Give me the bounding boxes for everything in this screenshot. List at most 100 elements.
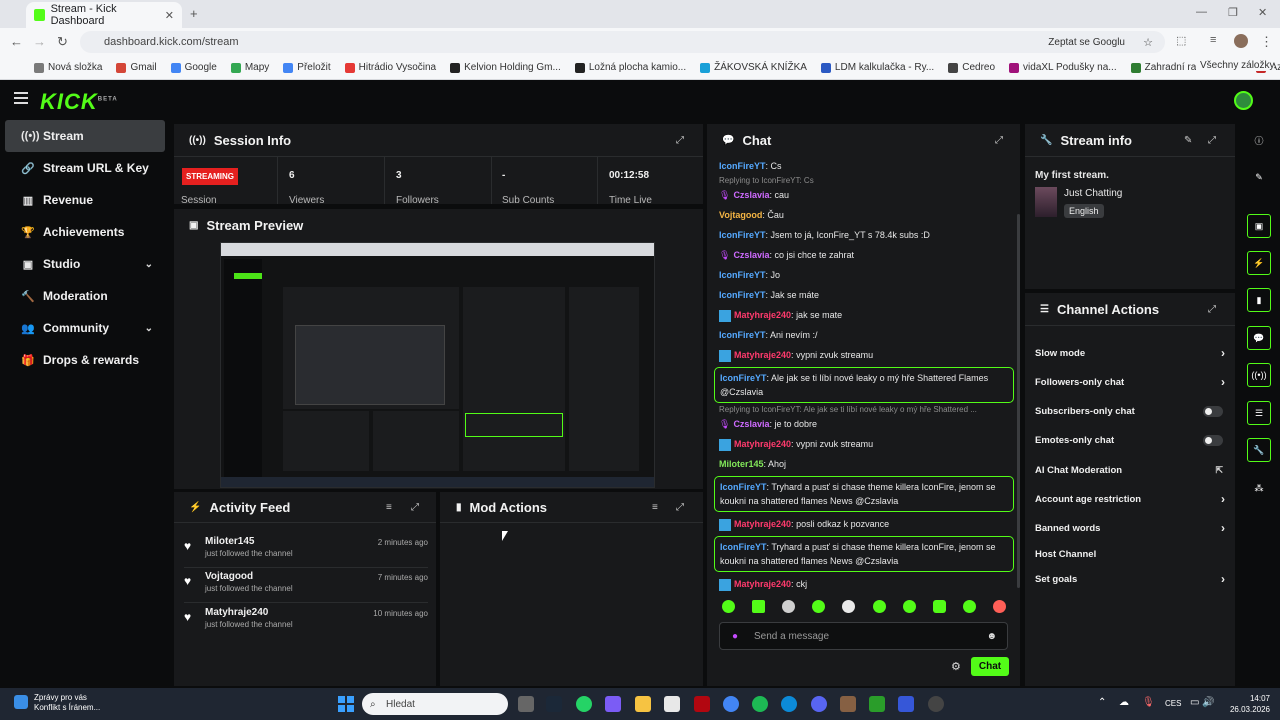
chat-username[interactable]: Matyhraje240 bbox=[734, 439, 791, 449]
maximize-icon[interactable]: ❐ bbox=[1228, 6, 1238, 19]
stream-preview-video[interactable] bbox=[220, 242, 655, 488]
sidebar-item-stream[interactable]: ((•)) Stream bbox=[5, 120, 165, 152]
minimize-icon[interactable]: — bbox=[1196, 6, 1207, 18]
chat-message[interactable]: IconFireYT: Jak se máte bbox=[714, 285, 1014, 305]
tray-chevron-icon[interactable]: ⌃ bbox=[1098, 697, 1106, 708]
chat-username[interactable]: Czslavia bbox=[733, 190, 769, 200]
edit-pencil-icon[interactable]: ✎ bbox=[1247, 165, 1271, 189]
followers-only-chat-action[interactable]: Followers-only chat › bbox=[1035, 374, 1225, 390]
bookmark-item[interactable]: Kelvion Holding Gm... bbox=[450, 62, 561, 73]
sidebar-item-stream-url-key[interactable]: 🔗 Stream URL & Key bbox=[5, 152, 165, 184]
chat-message[interactable]: IconFireYT: Tryhard a pusť si chase them… bbox=[714, 536, 1014, 572]
emote-icon[interactable] bbox=[962, 600, 976, 613]
chat-message[interactable]: Matyhraje240: jak se mate bbox=[714, 305, 1014, 325]
chat-username[interactable]: Matyhraje240 bbox=[734, 350, 791, 360]
host-channel-action[interactable]: Host Channel bbox=[1035, 546, 1225, 562]
copilot-icon[interactable] bbox=[605, 696, 621, 712]
close-tab-icon[interactable]: ✕ bbox=[165, 9, 174, 22]
bookmark-item[interactable]: vidaXL Podušky na... bbox=[1009, 62, 1117, 73]
sidebar-item-achievements[interactable]: 🏆 Achievements bbox=[5, 216, 165, 248]
set-goals-action[interactable]: Set goals › bbox=[1035, 571, 1225, 587]
task-view-icon[interactable] bbox=[518, 696, 534, 712]
kick-logo[interactable]: KICKBETA bbox=[40, 89, 118, 115]
emote-icon[interactable] bbox=[812, 600, 826, 613]
steam-icon[interactable] bbox=[546, 696, 562, 712]
emote-icon[interactable] bbox=[842, 600, 856, 613]
emote-icon[interactable] bbox=[902, 600, 916, 613]
app-icon[interactable] bbox=[898, 696, 914, 712]
expand-icon[interactable]: ⤢ bbox=[1208, 304, 1216, 315]
weather-icon[interactable]: ☁ bbox=[1119, 697, 1129, 708]
bookmark-item[interactable]: Ložná plocha kamio... bbox=[574, 62, 686, 73]
extensions-icon[interactable]: ⬚ bbox=[1176, 34, 1186, 47]
chat-message[interactable]: Matyhraje240: posli odkaz k pozvance bbox=[714, 514, 1014, 534]
chat-username[interactable]: Vojtagood bbox=[719, 210, 762, 220]
account-age-restriction-action[interactable]: Account age restriction › bbox=[1035, 491, 1225, 507]
xbox-icon[interactable] bbox=[869, 696, 885, 712]
chat-message[interactable]: 🎙 Czslavia: je to dobre bbox=[714, 414, 1014, 434]
spotify-icon[interactable] bbox=[752, 696, 768, 712]
chrome-icon[interactable] bbox=[723, 696, 739, 712]
chat-username[interactable]: IconFireYT bbox=[719, 330, 766, 340]
network-icon[interactable]: ▭ bbox=[1190, 697, 1199, 708]
profile-avatar[interactable] bbox=[1234, 34, 1248, 48]
chat-username[interactable]: IconFireYT bbox=[720, 542, 767, 552]
sidebar-item-community[interactable]: 👥 Community ⌄ bbox=[5, 312, 165, 344]
banned-words-action[interactable]: Banned words › bbox=[1035, 520, 1225, 536]
widgets-icon[interactable]: ⁂ bbox=[1247, 476, 1271, 500]
bookmark-item[interactable]: Gmail bbox=[116, 62, 157, 73]
emote-icon[interactable] bbox=[752, 600, 766, 613]
chat-username[interactable]: IconFireYT bbox=[719, 161, 766, 171]
panel-toggle-icon[interactable]: ▣ bbox=[1247, 214, 1271, 238]
sidebar-item-moderation[interactable]: 🔨 Moderation bbox=[5, 280, 165, 312]
taskbar-search-input[interactable]: ⌕ Hledat bbox=[362, 693, 508, 715]
chat-username[interactable]: IconFireYT bbox=[719, 270, 766, 280]
expand-icon[interactable]: ⤢ bbox=[676, 502, 684, 513]
chat-message[interactable]: Matyhraje240: ckj bbox=[714, 574, 1014, 592]
chat-message[interactable]: Vojtagood: Čau bbox=[714, 205, 1014, 225]
chat-message-input[interactable]: ● Send a message ☻ bbox=[719, 622, 1008, 650]
back-icon[interactable]: ← bbox=[10, 34, 23, 49]
emote-icon[interactable] bbox=[722, 600, 735, 613]
sidebar-item-revenue[interactable]: ▥ Revenue bbox=[5, 184, 165, 216]
reload-icon[interactable]: ↻ bbox=[57, 34, 68, 50]
hamburger-menu-icon[interactable] bbox=[14, 92, 28, 106]
filter-icon[interactable]: ≡ bbox=[386, 502, 392, 513]
subscribers-only-toggle[interactable] bbox=[1203, 405, 1223, 417]
chat-message[interactable]: IconFireYT: Ani nevím :/ bbox=[714, 325, 1014, 345]
reading-list-icon[interactable]: ≡ bbox=[1210, 34, 1216, 46]
new-tab-icon[interactable]: + bbox=[190, 6, 198, 21]
sidebar-item-drops-rewards[interactable]: 🎁 Drops & rewards bbox=[5, 344, 165, 376]
chat-scrollbar[interactable] bbox=[1017, 214, 1020, 588]
chat-message[interactable]: IconFireYT: Jo bbox=[714, 265, 1014, 285]
filter-icon[interactable]: ≡ bbox=[652, 502, 658, 513]
chat-message[interactable]: 🎙 Czslavia: co jsi chce te zahrat bbox=[714, 245, 1014, 265]
store-icon[interactable] bbox=[664, 696, 680, 712]
windows-start-icon[interactable] bbox=[338, 696, 354, 712]
ai-chat-moderation-action[interactable]: AI Chat Moderation ⇱ bbox=[1035, 462, 1225, 478]
user-avatar[interactable] bbox=[1234, 91, 1253, 110]
expand-icon[interactable]: ⤢ bbox=[411, 502, 419, 513]
chat-username[interactable]: Matyhraje240 bbox=[734, 310, 791, 320]
list-icon[interactable]: ☰ bbox=[1247, 401, 1271, 425]
bookmark-item[interactable]: LDM kalkulačka - Ry... bbox=[820, 62, 934, 73]
chat-username[interactable]: Miloter145 bbox=[719, 459, 764, 469]
shield-icon[interactable]: ▮ bbox=[1247, 288, 1271, 312]
chat-message[interactable]: Matyhraje240: vypni zvuk streamu bbox=[714, 345, 1014, 365]
netflix-icon[interactable] bbox=[694, 696, 710, 712]
slow-mode-action[interactable]: Slow mode › bbox=[1035, 345, 1225, 361]
chat-username[interactable]: IconFireYT bbox=[720, 482, 767, 492]
app-icon[interactable] bbox=[928, 696, 944, 712]
news-widget-icon[interactable] bbox=[14, 695, 28, 709]
bookmark-item[interactable]: Přeložit bbox=[283, 62, 331, 73]
expand-icon[interactable]: ⤢ bbox=[1208, 135, 1216, 146]
microphone-icon[interactable]: 🎙 bbox=[1142, 697, 1155, 708]
chat-message[interactable]: IconFireYT: Tryhard a pusť si chase them… bbox=[714, 476, 1014, 512]
edit-pencil-icon[interactable]: ✎ bbox=[1184, 135, 1192, 146]
bookmark-item[interactable]: ŽÁKOVSKÁ KNÍŽKA bbox=[700, 62, 807, 73]
broadcast-icon[interactable]: ((•)) bbox=[1247, 363, 1271, 387]
emote-icon[interactable] bbox=[782, 600, 796, 613]
chat-username[interactable]: IconFireYT bbox=[719, 230, 766, 240]
all-bookmarks-button[interactable]: Všechny záložky bbox=[1196, 60, 1275, 71]
info-icon[interactable]: ⓘ bbox=[1247, 128, 1271, 152]
